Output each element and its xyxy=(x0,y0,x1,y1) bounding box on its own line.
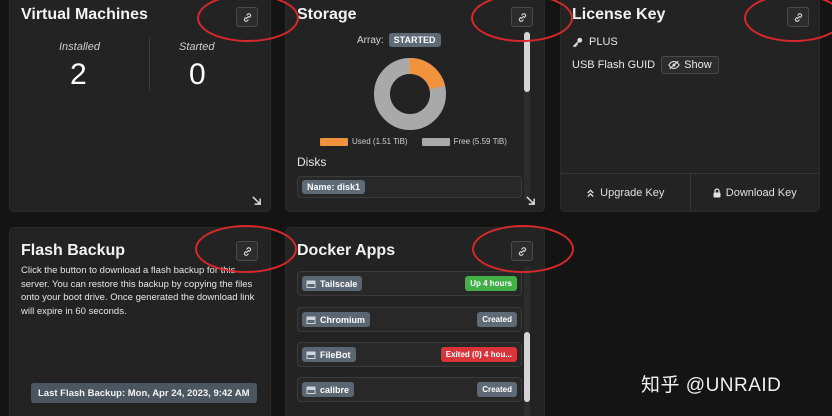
storage-expand-button[interactable] xyxy=(522,192,538,208)
license-type: PLUS xyxy=(589,36,618,48)
donut-hole xyxy=(390,74,430,114)
docker-app-row[interactable]: Tailscale Up 4 hours xyxy=(297,271,522,296)
docker-scrollbar[interactable] xyxy=(524,266,530,416)
flash-link-button[interactable] xyxy=(236,241,258,261)
flash-description: Click the button to download a flash bac… xyxy=(21,265,255,317)
vm-installed-label: Installed xyxy=(59,41,100,53)
docker-app-row[interactable]: Chromium Created xyxy=(297,307,522,332)
license-key-card: License Key PLUS USB Flash GUID Show Upg… xyxy=(561,0,819,211)
upgrade-key-button[interactable]: Upgrade Key xyxy=(561,174,690,211)
show-guid-button[interactable]: Show xyxy=(661,56,719,74)
disks-heading: Disks xyxy=(297,155,327,169)
container-icon xyxy=(306,280,316,288)
vm-started-label: Started xyxy=(179,41,215,53)
license-link-button[interactable] xyxy=(787,7,809,27)
virtual-machines-card: Virtual Machines Installed 2 Started 0 xyxy=(10,0,270,211)
key-icon xyxy=(572,37,583,47)
container-icon xyxy=(306,386,316,394)
docker-app-row[interactable]: calibre Created xyxy=(297,377,522,402)
docker-app-name: FileBot xyxy=(302,347,356,362)
docker-card-title: Docker Apps xyxy=(297,242,396,259)
docker-link-button[interactable] xyxy=(511,241,533,261)
download-key-label: Download Key xyxy=(725,186,797,199)
disk-row[interactable]: Name: disk1 xyxy=(297,176,522,198)
storage-scrollbar-thumb[interactable] xyxy=(524,32,530,92)
eye-slash-icon xyxy=(668,60,680,70)
flash-backup-card: Flash Backup Click the button to downloa… xyxy=(10,228,270,416)
docker-scrollbar-thumb[interactable] xyxy=(524,332,530,402)
array-status-badge: STARTED xyxy=(388,33,441,47)
docker-app-label: calibre xyxy=(320,384,350,395)
storage-scrollbar[interactable] xyxy=(524,30,530,200)
container-icon xyxy=(306,316,316,324)
legend-free-label: Free (5.59 TiB) xyxy=(453,137,507,146)
arrow-down-right-icon xyxy=(525,195,535,205)
docker-app-row[interactable]: FileBot Exited (0) 4 hou... xyxy=(297,342,522,367)
download-key-button[interactable]: Download Key xyxy=(689,174,820,211)
link-icon xyxy=(518,246,526,256)
upgrade-key-label: Upgrade Key xyxy=(600,186,665,199)
watermark-text: 知乎 @UNRAID xyxy=(641,375,782,396)
lock-icon xyxy=(713,187,721,197)
show-guid-label: Show xyxy=(684,59,712,71)
container-icon xyxy=(306,351,316,359)
disk-name-badge: Name: disk1 xyxy=(302,180,366,194)
chevron-double-up-icon xyxy=(587,188,594,197)
flash-card-title: Flash Backup xyxy=(21,242,126,259)
docker-app-status: Created xyxy=(477,382,517,397)
storage-legend: Used (1.51 TiB) Free (5.59 TiB) xyxy=(320,137,507,146)
storage-donut-chart xyxy=(374,58,446,130)
docker-app-label: FileBot xyxy=(320,349,351,360)
docker-app-label: Tailscale xyxy=(320,278,358,289)
docker-app-name: Tailscale xyxy=(302,276,363,291)
vm-divider xyxy=(149,38,150,90)
vm-installed-count: 2 xyxy=(70,58,87,91)
vm-started-count: 0 xyxy=(189,58,206,91)
vm-card-title: Virtual Machines xyxy=(21,6,148,23)
link-icon xyxy=(518,12,526,22)
legend-used-swatch xyxy=(320,137,348,146)
vm-expand-button[interactable] xyxy=(248,192,264,208)
link-icon xyxy=(243,246,251,256)
docker-app-status: Created xyxy=(477,312,517,327)
license-footer: Upgrade Key Download Key xyxy=(561,173,819,211)
license-type-row: PLUS xyxy=(572,36,618,48)
arrow-down-right-icon xyxy=(251,195,261,205)
legend-free-swatch xyxy=(421,137,450,146)
docker-app-name: calibre xyxy=(302,382,355,397)
storage-card-title: Storage xyxy=(297,6,357,23)
docker-app-status: Up 4 hours xyxy=(465,276,517,291)
usb-guid-label: USB Flash GUID xyxy=(572,59,656,71)
docker-app-name: Chromium xyxy=(302,312,370,327)
array-label: Array: xyxy=(357,34,384,46)
usb-guid-row: USB Flash GUID Show xyxy=(572,56,719,74)
storage-card: Storage Array: STARTED Used (1.51 TiB) F… xyxy=(286,0,544,211)
vm-link-button[interactable] xyxy=(236,7,258,27)
link-icon xyxy=(243,12,251,22)
array-status-row: Array: STARTED xyxy=(357,33,441,47)
legend-used-label: Used (1.51 TiB) xyxy=(352,137,408,146)
storage-link-button[interactable] xyxy=(511,7,533,27)
docker-apps-card: Docker Apps Tailscale Up 4 hours Chromiu… xyxy=(286,228,544,416)
link-icon xyxy=(794,12,802,22)
last-flash-backup-badge: Last Flash Backup: Mon, Apr 24, 2023, 9:… xyxy=(31,383,257,403)
docker-app-status: Exited (0) 4 hou... xyxy=(440,347,517,362)
docker-app-label: Chromium xyxy=(320,314,365,325)
license-card-title: License Key xyxy=(572,6,666,23)
